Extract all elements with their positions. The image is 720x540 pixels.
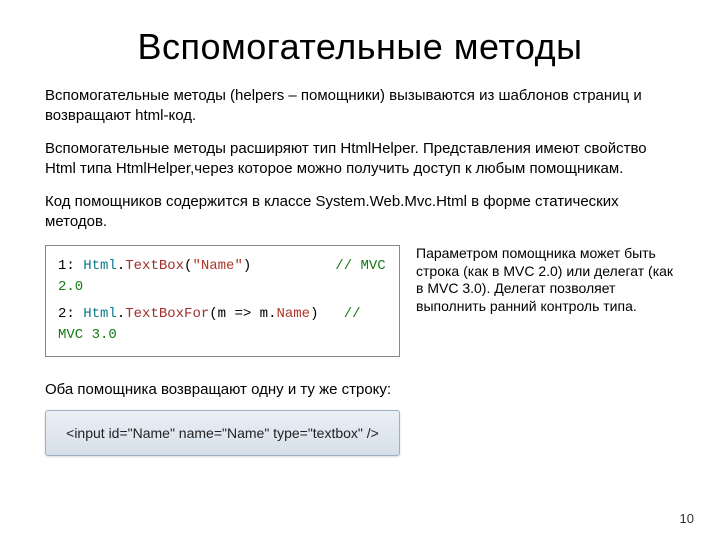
paragraph-3: Код помощников содержится в классе Syste… — [45, 192, 675, 231]
code-method: TextBox — [125, 258, 184, 274]
slide: Вспомогательные методы Вспомогательные м… — [0, 0, 720, 540]
code-line-2: 2: Html.TextBoxFor(m => m.Name) // MVC 3… — [58, 304, 387, 346]
output-label: Оба помощника возвращают одну и ту же ст… — [45, 381, 675, 398]
page-title: Вспомогательные методы — [45, 26, 675, 68]
side-note: Параметром помощника может быть строка (… — [416, 245, 675, 357]
paragraph-1: Вспомогательные методы (helpers – помощн… — [45, 86, 675, 125]
code-class: Html — [83, 258, 117, 274]
paragraph-2: Вспомогательные методы расширяют тип Htm… — [45, 139, 675, 178]
code-row: 1: Html.TextBox("Name") // MVC 2.0 2: Ht… — [45, 245, 675, 357]
code-class: Html — [83, 306, 117, 322]
code-string: "Name" — [192, 258, 242, 274]
code-property: Name — [276, 306, 310, 322]
page-number: 10 — [680, 511, 694, 526]
code-method: TextBoxFor — [125, 306, 209, 322]
code-block: 1: Html.TextBox("Name") // MVC 2.0 2: Ht… — [45, 245, 400, 357]
line-number: 1: — [58, 258, 83, 274]
output-box: <input id="Name" name="Name" type="textb… — [45, 410, 400, 456]
code-line-1: 1: Html.TextBox("Name") // MVC 2.0 — [58, 256, 387, 298]
line-number: 2: — [58, 306, 83, 322]
